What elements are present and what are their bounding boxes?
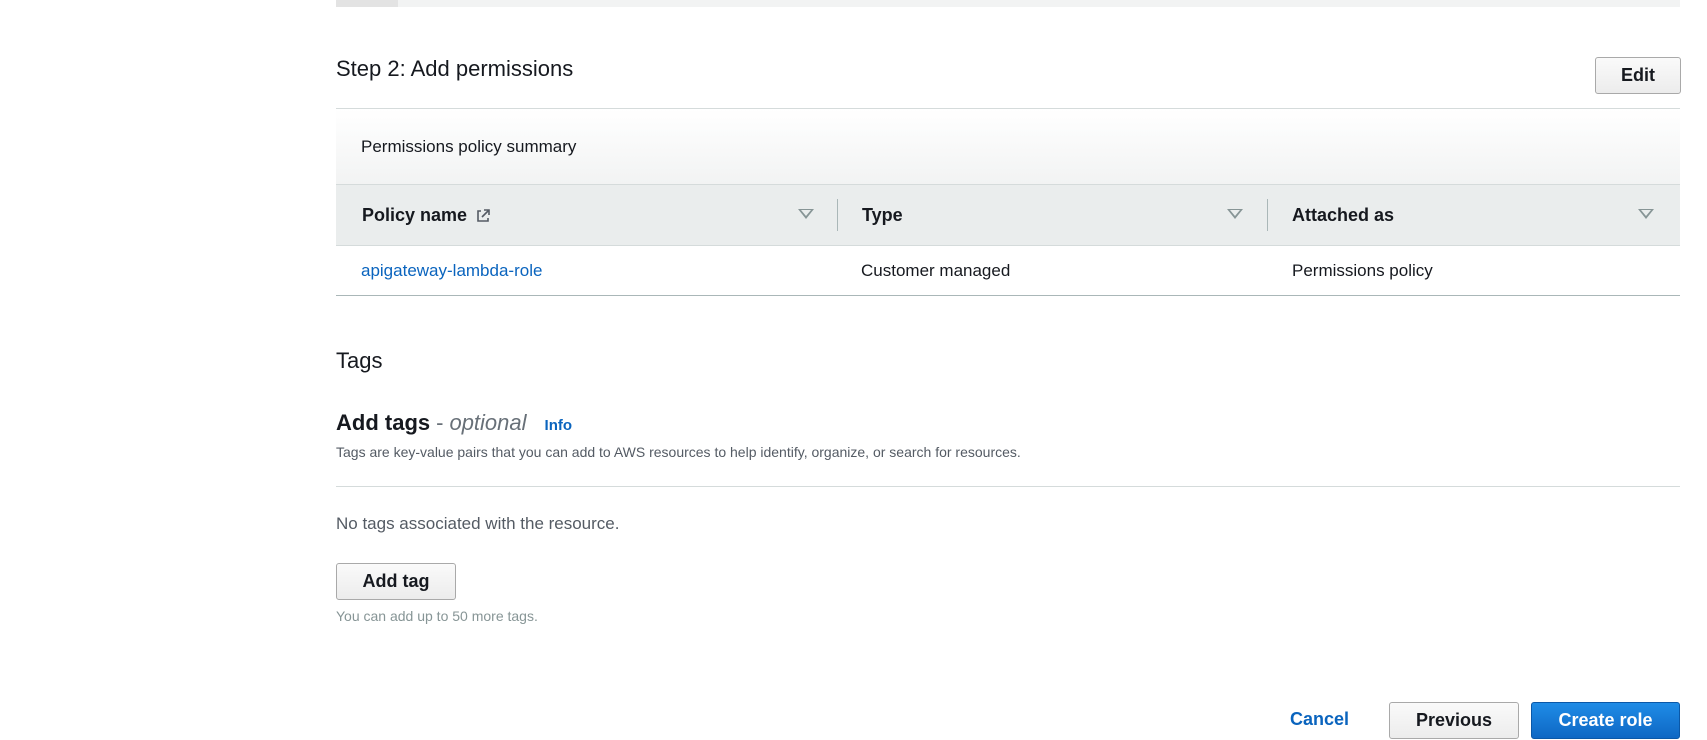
tag-limit-note: You can add up to 50 more tags.	[336, 608, 538, 624]
create-role-button[interactable]: Create role	[1531, 702, 1680, 739]
edit-button[interactable]: Edit	[1595, 57, 1681, 94]
column-header-attached-as[interactable]: Attached as	[1292, 185, 1394, 246]
tags-description: Tags are key-value pairs that you can ad…	[336, 444, 1021, 460]
tags-section-title: Tags	[336, 348, 383, 373]
column-header-label: Policy name	[362, 205, 468, 225]
optional-label: optional	[449, 410, 527, 435]
previous-button[interactable]: Previous	[1389, 702, 1519, 739]
column-header-label: Type	[862, 205, 903, 225]
column-header-label: Attached as	[1292, 205, 1395, 225]
sort-policy-name-caret-down-icon[interactable]	[798, 209, 814, 219]
table-header-row: Policy name Type Attached as	[336, 185, 1680, 246]
cancel-button[interactable]: Cancel	[1290, 709, 1349, 730]
add-tags-heading: Add tags - optional Info	[336, 410, 572, 436]
add-tags-title: Add tags	[336, 410, 431, 435]
create-role-review-page: Step 2: Add permissions Edit Permissions…	[0, 0, 1707, 740]
policy-type-cell: Customer managed	[861, 261, 1011, 280]
tags-divider	[336, 486, 1680, 487]
permissions-summary-table: Permissions policy summary Policy name T…	[336, 108, 1680, 296]
add-tags-separator: -	[436, 410, 444, 435]
previous-step-bottom-border	[336, 0, 1680, 7]
policy-attached-as-cell: Permissions policy	[1292, 261, 1433, 280]
info-link[interactable]: Info	[545, 417, 573, 434]
policy-name-link[interactable]: apigateway-lambda-role	[361, 246, 542, 296]
summary-header: Permissions policy summary	[336, 109, 1680, 185]
summary-title: Permissions policy summary	[361, 137, 577, 156]
external-link-icon	[477, 208, 490, 222]
column-divider	[1267, 199, 1268, 231]
no-tags-message: No tags associated with the resource.	[336, 514, 620, 533]
sort-type-caret-down-icon[interactable]	[1227, 209, 1243, 219]
column-header-type[interactable]: Type	[862, 185, 903, 246]
previous-step-bottom-accent	[336, 0, 398, 7]
column-divider	[837, 199, 838, 231]
column-header-policy-name[interactable]: Policy name	[362, 185, 491, 246]
step2-title: Step 2: Add permissions	[336, 56, 574, 81]
sort-attached-as-caret-down-icon[interactable]	[1638, 209, 1654, 219]
add-tag-button[interactable]: Add tag	[336, 563, 456, 600]
